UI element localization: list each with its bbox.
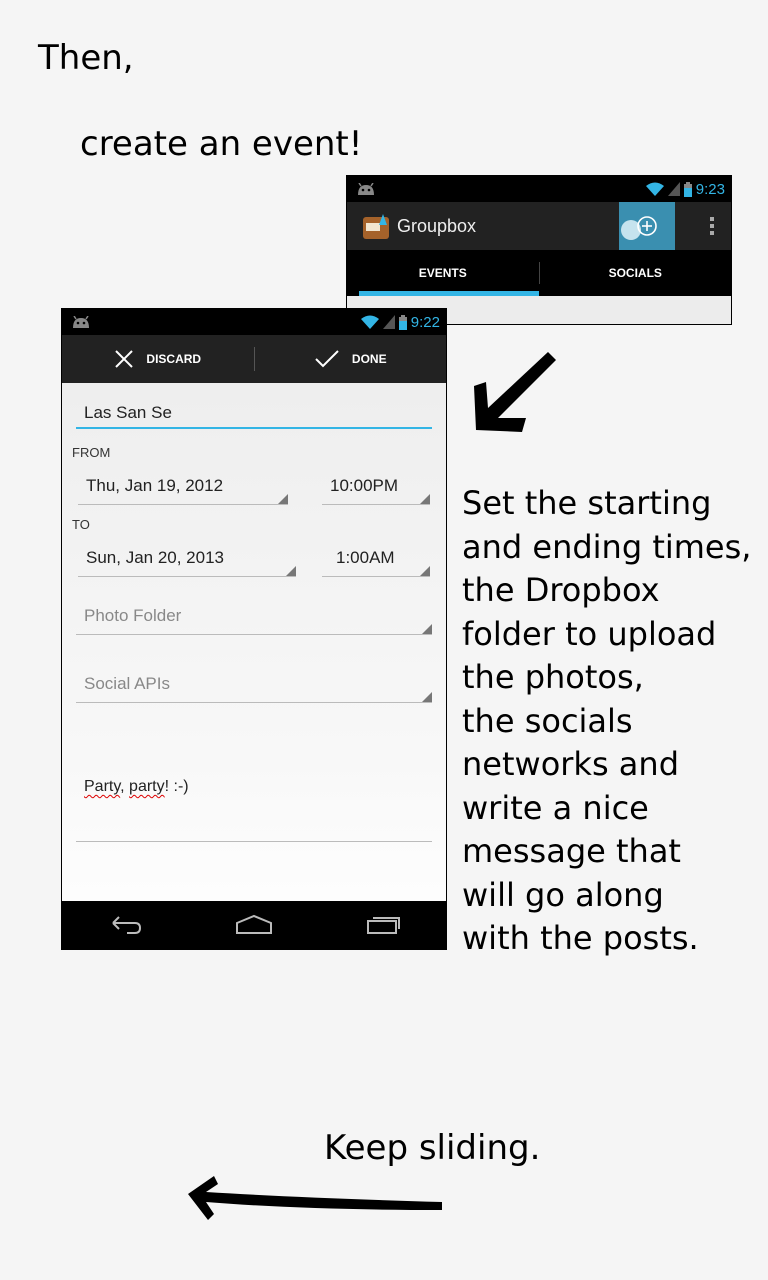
tab-socials[interactable]: SOCIALS: [540, 250, 732, 296]
photo-folder-spinner[interactable]: Photo Folder: [84, 606, 181, 626]
add-event-button[interactable]: [619, 202, 675, 250]
android-icon: [73, 316, 89, 328]
status-time: 9:23: [695, 180, 725, 198]
spinner-arrow-icon: [422, 692, 432, 702]
discard-button[interactable]: DISCARD: [62, 349, 254, 369]
event-editor-screenshot: 9:22 DISCARD DONE Las San Se FROM Thu, J…: [61, 308, 447, 950]
to-time-underline: [322, 576, 430, 577]
signal-icon: [667, 182, 680, 196]
from-time-spinner[interactable]: 10:00PM: [330, 476, 398, 496]
instructions-list: Set the starting and ending times, the D…: [462, 482, 762, 961]
from-date-underline: [78, 504, 288, 505]
instruction-line: networks and: [462, 745, 679, 783]
keep-sliding-text: Keep sliding.: [324, 1128, 541, 1168]
spinner-arrow-icon: [420, 494, 430, 504]
message-rest: ! :-): [164, 778, 189, 795]
spinner-arrow-icon: [278, 494, 288, 504]
from-time-underline: [322, 504, 430, 505]
battery-icon: [398, 314, 407, 330]
event-name-input[interactable]: Las San Se: [84, 403, 172, 423]
app-title: Groupbox: [397, 216, 477, 236]
add-icon: [621, 216, 657, 240]
message-word-misspelled: party: [129, 778, 165, 795]
tab-events[interactable]: EVENTS: [347, 250, 539, 296]
status-bar: 9:22: [62, 309, 446, 335]
to-date-spinner[interactable]: Sun, Jan 20, 2013: [86, 548, 224, 568]
social-apis-spinner[interactable]: Social APIs: [84, 674, 170, 694]
message-separator: ,: [120, 778, 130, 795]
tab-bar: EVENTS SOCIALS: [347, 250, 731, 296]
battery-icon: [683, 181, 692, 197]
to-date-underline: [78, 576, 296, 577]
message-textarea[interactable]: Party, party! :-): [84, 778, 189, 796]
arrow-left-icon: [188, 1176, 442, 1220]
status-bar: 9:23: [347, 176, 731, 202]
event-name-underline: [76, 427, 432, 429]
instruction-line: the photos,: [462, 658, 644, 696]
social-apis-underline: [76, 702, 432, 703]
groupbox-app-icon: [363, 214, 389, 239]
groupbox-screenshot: 9:23 Groupbox EVENTS SOCIALS: [346, 175, 732, 325]
instruction-line: and ending times,: [462, 527, 752, 566]
instruction-line: will go along: [462, 875, 664, 914]
home-icon[interactable]: [234, 913, 274, 937]
photo-folder-underline: [76, 634, 432, 635]
instruction-line: folder to upload: [462, 614, 717, 653]
status-time: 9:22: [410, 313, 440, 331]
done-label: DONE: [351, 352, 387, 366]
navigation-bar: [62, 901, 446, 949]
message-word-misspelled: Party: [84, 778, 121, 795]
wifi-icon: [360, 315, 379, 329]
action-bar: Groupbox: [347, 202, 731, 250]
spinner-arrow-icon: [286, 566, 296, 576]
instruction-line: the Dropbox: [462, 571, 660, 609]
signal-icon: [382, 315, 395, 329]
back-icon[interactable]: [107, 913, 143, 937]
android-icon: [358, 183, 374, 195]
instruction-line: write a nice: [462, 788, 649, 827]
from-date-spinner[interactable]: Thu, Jan 19, 2012: [86, 476, 223, 496]
message-underline: [76, 841, 432, 842]
to-time-spinner[interactable]: 1:00AM: [336, 548, 395, 568]
edit-action-bar: DISCARD DONE: [62, 335, 446, 383]
instruction-line: message that: [462, 832, 681, 870]
to-label: TO: [72, 517, 90, 532]
done-button[interactable]: DONE: [255, 349, 447, 369]
done-check-icon: [315, 350, 339, 368]
overflow-icon[interactable]: [709, 216, 715, 236]
arrow-down-left-icon: [474, 352, 556, 432]
discard-label: DISCARD: [146, 352, 202, 366]
instruction-line: with the posts.: [462, 919, 699, 957]
discard-x-icon: [115, 350, 134, 368]
wifi-icon: [645, 182, 664, 196]
heading-then: Then,: [38, 38, 134, 78]
instruction-line: the socials: [462, 701, 633, 740]
from-label: FROM: [72, 445, 111, 460]
instruction-line: Set the starting: [462, 484, 712, 522]
heading-create-event: create an event!: [80, 124, 363, 164]
spinner-arrow-icon: [422, 624, 432, 634]
recents-icon[interactable]: [365, 913, 401, 937]
spinner-arrow-icon: [420, 566, 430, 576]
